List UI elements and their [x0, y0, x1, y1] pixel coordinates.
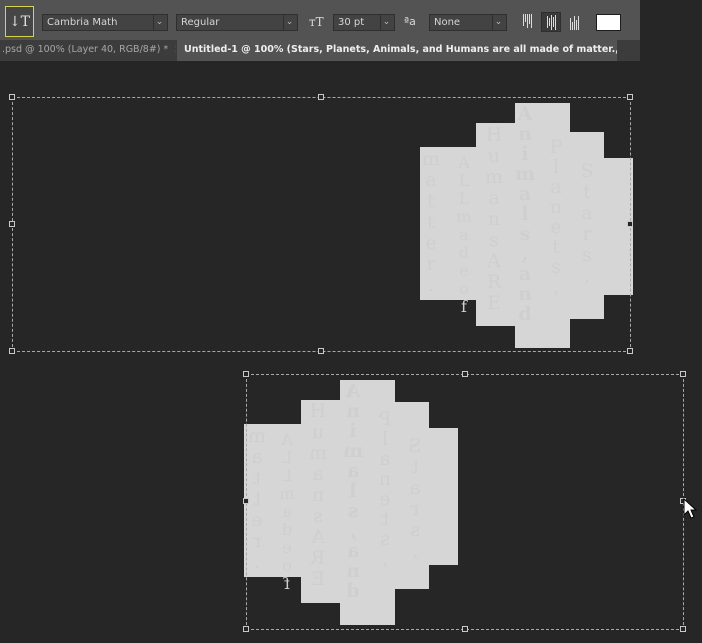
transform-handle[interactable] — [243, 498, 249, 504]
antialias-glyph: ªa — [404, 15, 416, 28]
vertical-type-tool-icon[interactable]: ↓T — [5, 6, 34, 37]
chevron-down-icon: ⌄ — [283, 15, 295, 30]
transform-bounding-box[interactable] — [12, 97, 631, 352]
transform-handle[interactable] — [462, 371, 468, 377]
font-family-select[interactable]: Cambria Math ⌄ — [42, 14, 168, 31]
chevron-down-icon: ⌄ — [492, 15, 504, 30]
align-top-button[interactable] — [517, 12, 537, 32]
chevron-down-icon: ⌄ — [380, 15, 392, 30]
transform-handle[interactable] — [318, 348, 324, 354]
options-bar: ↓T Cambria Math ⌄ Regular ⌄ тT 30 pt ⌄ ª… — [0, 0, 640, 43]
font-family-value: Cambria Math — [47, 17, 118, 28]
font-style-select[interactable]: Regular ⌄ — [176, 14, 298, 31]
antialias-select[interactable]: None ⌄ — [429, 14, 507, 31]
transform-handle[interactable] — [318, 94, 324, 100]
transform-handle[interactable] — [680, 626, 686, 632]
font-size-icon: тT — [309, 15, 324, 29]
antialias-icon: ªa — [404, 13, 416, 31]
transform-handle[interactable] — [9, 348, 15, 354]
transform-handle[interactable] — [9, 94, 15, 100]
tab-psd-document[interactable]: .psd @ 100% (Layer 40, RGB/8#) * × — [0, 40, 176, 61]
tab-label: .psd @ 100% (Layer 40, RGB/8#) * — [2, 44, 169, 55]
chevron-down-icon: ⌄ — [153, 15, 165, 30]
align-bottom-button[interactable] — [564, 12, 584, 32]
document-tab-bar: .psd @ 100% (Layer 40, RGB/8#) * × Untitl… — [0, 40, 640, 61]
transform-handle[interactable] — [243, 626, 249, 632]
font-size-value: 30 pt — [338, 17, 365, 28]
transform-handle[interactable] — [462, 626, 468, 632]
tab-label: Untitled-1 @ 100% (Stars, Planets, Anima… — [184, 44, 617, 55]
align-center-button[interactable] — [541, 12, 561, 32]
transform-handle[interactable] — [627, 94, 633, 100]
transform-bounding-box[interactable] — [246, 374, 684, 630]
mouse-cursor-icon — [683, 498, 697, 519]
transform-handle[interactable] — [243, 371, 249, 377]
transform-handle[interactable] — [627, 348, 633, 354]
transform-handle[interactable] — [9, 221, 15, 227]
transform-handle[interactable] — [627, 221, 633, 227]
font-size-select[interactable]: 30 pt ⌄ — [333, 14, 395, 31]
tab-untitled-1[interactable]: Untitled-1 @ 100% (Stars, Planets, Anima… — [177, 40, 617, 61]
transform-handle[interactable] — [680, 371, 686, 377]
text-color-swatch[interactable] — [596, 14, 621, 31]
close-icon[interactable]: × — [174, 44, 176, 55]
tool-preset-glyph: ↓T — [8, 13, 31, 30]
antialias-value: None — [434, 17, 461, 28]
font-style-value: Regular — [181, 17, 220, 28]
